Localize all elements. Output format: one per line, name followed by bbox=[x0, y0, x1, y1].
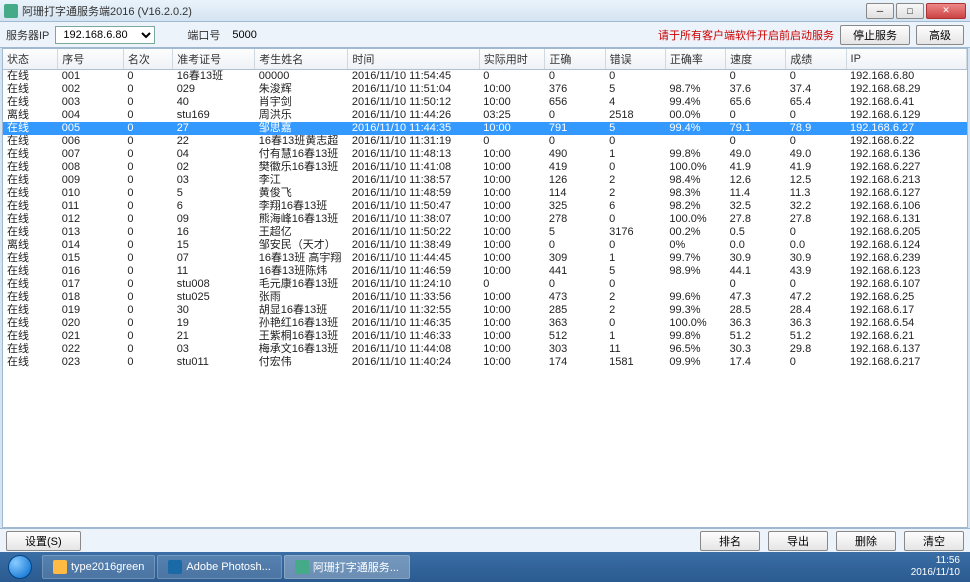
minimize-button[interactable]: ─ bbox=[866, 3, 894, 19]
export-button[interactable]: 导出 bbox=[768, 531, 828, 551]
table-row[interactable]: 在线013016王超亿2016/11/10 11:50:2210:0053176… bbox=[3, 226, 967, 239]
windows-orb-icon bbox=[8, 555, 32, 579]
column-header[interactable]: 准考证号 bbox=[173, 49, 255, 70]
taskbar-item-photoshop[interactable]: Adobe Photosh... bbox=[157, 555, 281, 579]
maximize-button[interactable]: □ bbox=[896, 3, 924, 19]
column-header[interactable]: 速度 bbox=[726, 49, 786, 70]
column-header[interactable]: 状态 bbox=[3, 49, 58, 70]
table-row[interactable]: 离线0040stu169周洪乐2016/11/10 11:44:2603:250… bbox=[3, 109, 967, 122]
column-header[interactable]: 名次 bbox=[123, 49, 172, 70]
startup-message: 请于所有客户端软件开启前启动服务 bbox=[658, 27, 834, 43]
table-row[interactable]: 在线01500716春13班 高宇翔2016/11/10 11:44:4510:… bbox=[3, 252, 967, 265]
data-table-container: 状态序号名次准考证号考生姓名时间实际用时正确错误正确率速度成绩IP 在线0010… bbox=[2, 48, 968, 528]
table-row[interactable]: 在线022003梅承文16春13班2016/11/10 11:44:0810:0… bbox=[3, 343, 967, 356]
bottom-toolbar: 设置(S) 排名 导出 删除 清空 bbox=[0, 528, 970, 552]
table-row[interactable]: 在线007004付有慧16春13班2016/11/10 11:48:1310:0… bbox=[3, 148, 967, 161]
app-icon bbox=[4, 4, 18, 18]
taskbar-item-folder[interactable]: type2016green bbox=[42, 555, 155, 579]
server-ip-select[interactable]: 192.168.6.80 bbox=[55, 26, 155, 44]
sort-button[interactable]: 排名 bbox=[700, 531, 760, 551]
table-row[interactable]: 在线001016春13班000002016/11/10 11:54:450000… bbox=[3, 70, 967, 84]
advanced-button[interactable]: 高级 bbox=[916, 25, 964, 45]
column-header[interactable]: IP bbox=[846, 49, 966, 70]
photoshop-icon bbox=[168, 560, 182, 574]
delete-button[interactable]: 删除 bbox=[836, 531, 896, 551]
table-row[interactable]: 在线01601116春13班陈炜2016/11/10 11:46:5910:00… bbox=[3, 265, 967, 278]
table-row[interactable]: 在线0170stu008毛元康16春13班2016/11/10 11:24:10… bbox=[3, 278, 967, 291]
toolbar: 服务器IP 192.168.6.80 端口号 5000 请于所有客户端软件开启前… bbox=[0, 22, 970, 48]
table-row[interactable]: 在线0180stu025张雨2016/11/10 11:33:5610:0047… bbox=[3, 291, 967, 304]
table-row[interactable]: 在线008002樊徽乐16春13班2016/11/10 11:41:0810:0… bbox=[3, 161, 967, 174]
table-row[interactable]: 在线00602216春13班黄志超2016/11/10 11:31:190000… bbox=[3, 135, 967, 148]
taskbar-item-app[interactable]: 阿珊打字通服务... bbox=[284, 555, 410, 579]
table-row[interactable]: 在线01005黄俊飞2016/11/10 11:48:5910:00114298… bbox=[3, 187, 967, 200]
column-header[interactable]: 序号 bbox=[58, 49, 124, 70]
column-header[interactable]: 考生姓名 bbox=[255, 49, 348, 70]
window-title: 阿珊打字通服务端2016 (V16.2.0.2) bbox=[22, 3, 866, 19]
column-header[interactable]: 错误 bbox=[605, 49, 665, 70]
table-row[interactable]: 在线005027邹思嘉2016/11/10 11:44:3510:0079159… bbox=[3, 122, 967, 135]
settings-button[interactable]: 设置(S) bbox=[6, 531, 81, 551]
tray-date: 2016/11/10 bbox=[911, 567, 960, 579]
taskbar[interactable]: type2016green Adobe Photosh... 阿珊打字通服务..… bbox=[0, 552, 970, 582]
table-row[interactable]: 在线021021王紫桐16春13班2016/11/10 11:46:3310:0… bbox=[3, 330, 967, 343]
table-row[interactable]: 在线01106李翔16春13班2016/11/10 11:50:4710:003… bbox=[3, 200, 967, 213]
column-header[interactable]: 正确 bbox=[545, 49, 605, 70]
stop-service-button[interactable]: 停止服务 bbox=[840, 25, 910, 45]
data-table: 状态序号名次准考证号考生姓名时间实际用时正确错误正确率速度成绩IP 在线0010… bbox=[3, 49, 967, 369]
app-icon bbox=[295, 560, 309, 574]
titlebar: 阿珊打字通服务端2016 (V16.2.0.2) ─ □ ✕ bbox=[0, 0, 970, 22]
table-row[interactable]: 离线014015邹安民（天才）2016/11/10 11:38:4910:000… bbox=[3, 239, 967, 252]
close-button[interactable]: ✕ bbox=[926, 3, 966, 19]
table-header-row[interactable]: 状态序号名次准考证号考生姓名时间实际用时正确错误正确率速度成绩IP bbox=[3, 49, 967, 70]
column-header[interactable]: 实际用时 bbox=[479, 49, 545, 70]
table-row[interactable]: 在线020019孙艳红16春13班2016/11/10 11:46:3510:0… bbox=[3, 317, 967, 330]
column-header[interactable]: 正确率 bbox=[665, 49, 725, 70]
folder-icon bbox=[53, 560, 67, 574]
port-value: 5000 bbox=[226, 29, 262, 41]
system-tray[interactable]: 11:56 2016/11/10 bbox=[905, 553, 966, 581]
start-button[interactable] bbox=[0, 552, 40, 582]
table-row[interactable]: 在线0230stu011付宏伟2016/11/10 11:40:2410:001… bbox=[3, 356, 967, 369]
table-row[interactable]: 在线019030胡显16春13班2016/11/10 11:32:5510:00… bbox=[3, 304, 967, 317]
tray-time: 11:56 bbox=[911, 555, 960, 567]
column-header[interactable]: 成绩 bbox=[786, 49, 846, 70]
table-row[interactable]: 在线009003李江2016/11/10 11:38:5710:00126298… bbox=[3, 174, 967, 187]
clear-button[interactable]: 清空 bbox=[904, 531, 964, 551]
table-row[interactable]: 在线0020029朱浚辉2016/11/10 11:51:0410:003765… bbox=[3, 83, 967, 96]
table-row[interactable]: 在线012009熊海峰16春13班2016/11/10 11:38:0710:0… bbox=[3, 213, 967, 226]
port-label: 端口号 bbox=[187, 27, 220, 43]
column-header[interactable]: 时间 bbox=[348, 49, 479, 70]
table-row[interactable]: 在线003040肖宇剑2016/11/10 11:50:1210:0065649… bbox=[3, 96, 967, 109]
server-ip-label: 服务器IP bbox=[6, 27, 49, 43]
